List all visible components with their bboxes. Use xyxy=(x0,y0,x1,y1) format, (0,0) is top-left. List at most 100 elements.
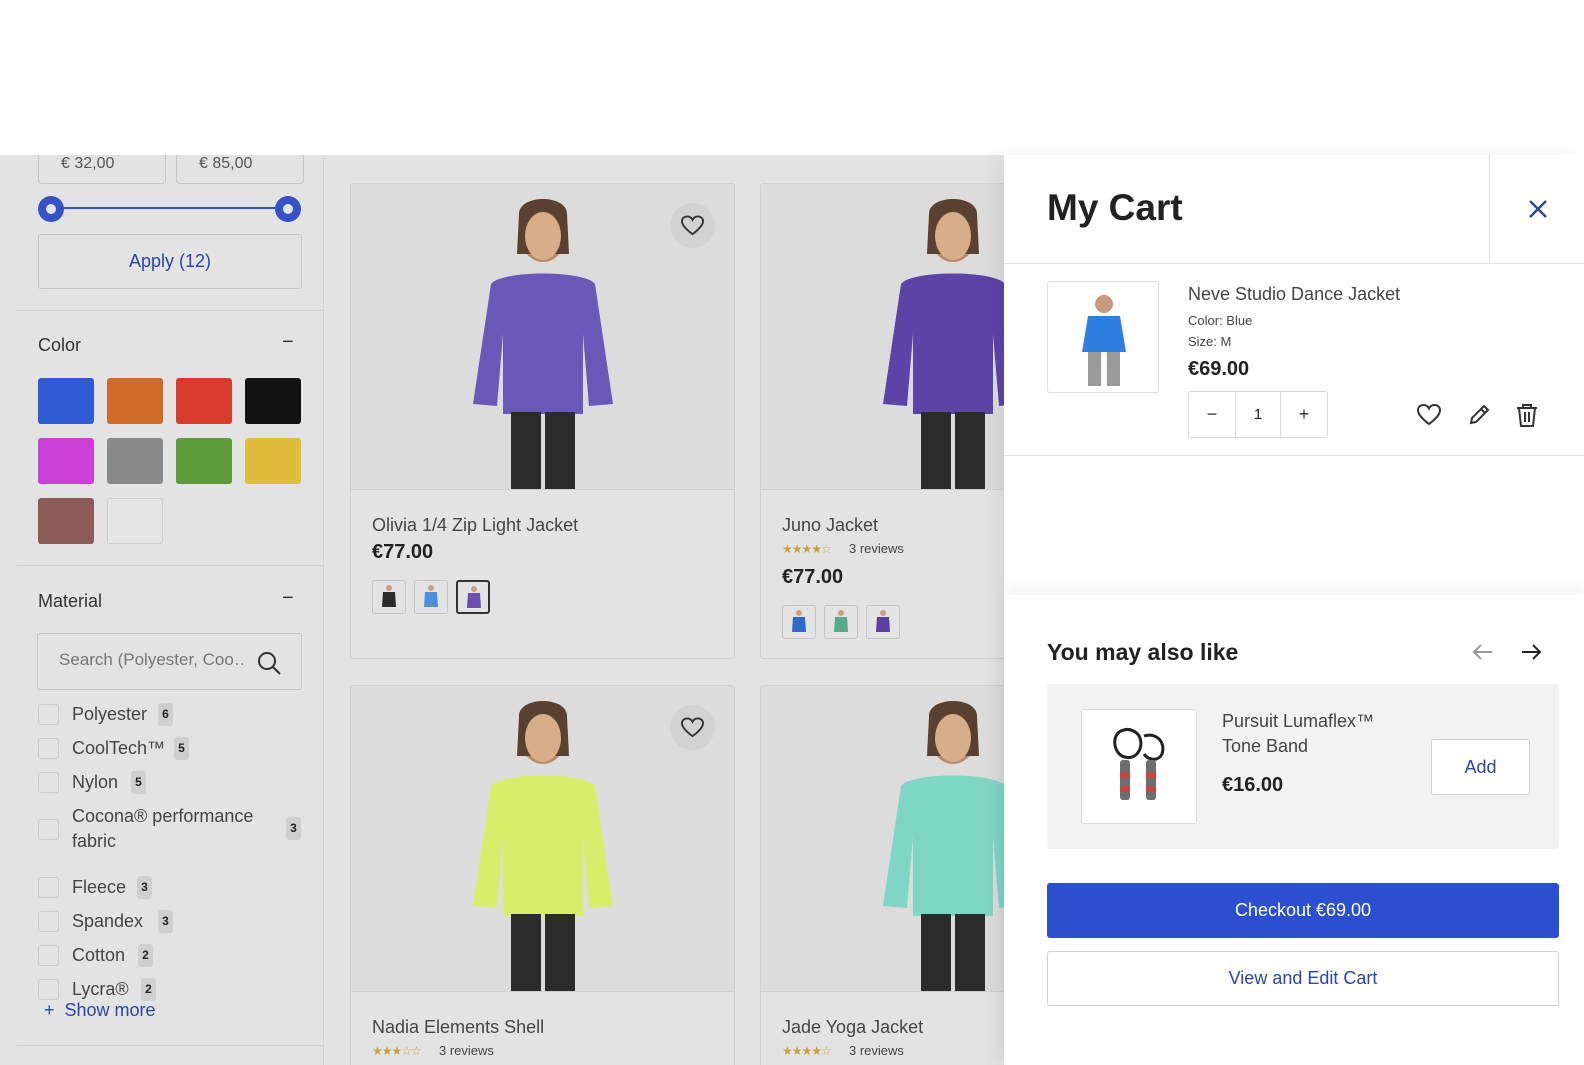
checkout-button[interactable]: Checkout €69.00 xyxy=(1047,883,1559,938)
product-name[interactable]: Olivia 1/4 Zip Light Jacket xyxy=(372,515,578,536)
color-collapse-toggle[interactable]: − xyxy=(282,331,294,354)
material-search-input[interactable] xyxy=(59,650,244,670)
color-variant-thumbnail[interactable] xyxy=(456,580,490,614)
close-cart-button[interactable] xyxy=(1489,155,1584,263)
material-label: Polyester xyxy=(72,704,148,724)
show-more-link[interactable]: + Show more xyxy=(44,1000,156,1021)
search-icon[interactable] xyxy=(256,650,282,676)
material-count-badge: 5 xyxy=(131,771,146,794)
view-edit-cart-button[interactable]: View and Edit Cart xyxy=(1047,951,1559,1006)
price-slider-min-handle[interactable] xyxy=(38,196,64,222)
material-option[interactable]: Polyester 6 xyxy=(38,702,308,728)
material-checkbox[interactable] xyxy=(38,704,59,725)
price-min-value: € 32,00 xyxy=(61,155,115,172)
color-swatch[interactable] xyxy=(107,378,163,424)
divider xyxy=(1004,455,1584,456)
material-checkbox[interactable] xyxy=(38,819,59,840)
material-count-badge: 3 xyxy=(286,817,301,840)
material-checkbox[interactable] xyxy=(38,772,59,793)
cart-item-image[interactable] xyxy=(1047,281,1159,393)
color-swatch[interactable] xyxy=(38,378,94,424)
decrease-quantity-button[interactable]: − xyxy=(1189,392,1235,437)
product-name[interactable]: Nadia Elements Shell xyxy=(372,1017,544,1038)
color-swatch[interactable] xyxy=(107,498,163,544)
material-count-badge: 5 xyxy=(174,737,189,760)
product-name[interactable]: Juno Jacket xyxy=(782,515,878,536)
recommendations-section: You may also like Pursuit Lumaflex™ Tone… xyxy=(1004,595,1584,1065)
increase-quantity-button[interactable]: + xyxy=(1281,392,1327,437)
material-option[interactable]: CoolTech™ 5 xyxy=(38,736,308,762)
product-card[interactable]: Olivia 1/4 Zip Light Jacket €77.00 xyxy=(350,183,735,659)
material-option[interactable]: Nylon 5 xyxy=(38,770,308,796)
material-option[interactable]: Cocona® performance fabric 3 xyxy=(38,804,308,856)
trash-icon[interactable] xyxy=(1514,402,1540,428)
divider xyxy=(1004,263,1584,264)
add-to-wishlist-button[interactable] xyxy=(670,203,715,248)
color-facet-title[interactable]: Color xyxy=(38,335,81,356)
heart-icon[interactable] xyxy=(1416,402,1442,428)
material-checkbox[interactable] xyxy=(38,911,59,932)
close-icon xyxy=(1529,200,1547,218)
review-count[interactable]: 3 reviews xyxy=(439,1043,494,1058)
color-swatch[interactable] xyxy=(245,438,301,484)
color-variant-thumbnail[interactable] xyxy=(372,580,406,614)
mini-cart-panel: My Cart Neve Studio Dance Jacket Color: … xyxy=(1004,155,1584,1065)
rating-stars: ★★★☆☆ xyxy=(372,1044,422,1058)
material-count-badge: 6 xyxy=(158,703,173,726)
price-max-field[interactable]: € 85,00 xyxy=(176,155,304,184)
recommended-product-name[interactable]: Pursuit Lumaflex™ Tone Band xyxy=(1222,709,1412,759)
material-count-badge: 2 xyxy=(141,978,156,1001)
color-swatch[interactable] xyxy=(38,498,94,544)
price-slider-max-handle[interactable] xyxy=(275,196,301,222)
material-count-badge: 3 xyxy=(137,876,152,899)
quantity-value[interactable]: 1 xyxy=(1235,392,1281,437)
color-swatch[interactable] xyxy=(107,438,163,484)
material-facet-title[interactable]: Material xyxy=(38,591,102,612)
color-variant-thumbnail[interactable] xyxy=(782,605,816,639)
color-swatch[interactable] xyxy=(176,438,232,484)
divider xyxy=(17,1045,323,1046)
add-to-cart-button[interactable]: Add xyxy=(1431,739,1530,795)
site-header xyxy=(0,0,1584,155)
material-count-badge: 2 xyxy=(138,944,153,967)
material-label: Fleece xyxy=(72,877,127,897)
add-to-wishlist-button[interactable] xyxy=(670,705,715,750)
divider xyxy=(17,310,323,311)
quantity-stepper: − 1 + xyxy=(1188,391,1328,438)
material-count-badge: 3 xyxy=(158,910,173,933)
material-option[interactable]: Spandex 3 xyxy=(38,909,308,935)
review-count[interactable]: 3 reviews xyxy=(849,1043,904,1058)
color-swatch[interactable] xyxy=(176,378,232,424)
price-min-field[interactable]: € 32,00 xyxy=(38,155,166,184)
recommended-product-price: €16.00 xyxy=(1222,774,1284,796)
material-search-box xyxy=(37,633,302,690)
review-count[interactable]: 3 reviews xyxy=(849,541,904,556)
arrow-left-icon[interactable] xyxy=(1470,639,1496,665)
cart-item-color: Color: Blue xyxy=(1188,313,1253,328)
product-name[interactable]: Jade Yoga Jacket xyxy=(782,1017,923,1038)
edit-pencil-icon[interactable] xyxy=(1466,402,1492,428)
cart-item-name[interactable]: Neve Studio Dance Jacket xyxy=(1188,284,1400,305)
material-label: Cocona® performance fabric xyxy=(72,806,254,851)
recommended-product-image[interactable] xyxy=(1081,709,1197,824)
plus-icon: + xyxy=(44,1000,55,1020)
color-swatch[interactable] xyxy=(38,438,94,484)
color-variant-thumbnail[interactable] xyxy=(824,605,858,639)
price-slider-track[interactable] xyxy=(51,207,289,209)
product-card[interactable]: Nadia Elements Shell ★★★☆☆ 3 reviews xyxy=(350,685,735,1065)
material-checkbox[interactable] xyxy=(38,738,59,759)
color-variant-thumbnail[interactable] xyxy=(866,605,900,639)
material-checkbox[interactable] xyxy=(38,979,59,1000)
material-checkbox[interactable] xyxy=(38,877,59,898)
color-swatch[interactable] xyxy=(245,378,301,424)
material-label: Spandex xyxy=(72,911,144,931)
material-collapse-toggle[interactable]: − xyxy=(282,587,294,610)
product-price: €77.00 xyxy=(372,541,434,563)
apply-filter-button[interactable]: Apply (12) xyxy=(38,234,302,289)
material-checkbox[interactable] xyxy=(38,945,59,966)
material-option[interactable]: Cotton 2 xyxy=(38,943,308,969)
material-label: CoolTech™ xyxy=(72,738,166,758)
color-variant-thumbnail[interactable] xyxy=(414,580,448,614)
arrow-right-icon[interactable] xyxy=(1518,639,1544,665)
material-option[interactable]: Fleece 3 xyxy=(38,875,308,901)
